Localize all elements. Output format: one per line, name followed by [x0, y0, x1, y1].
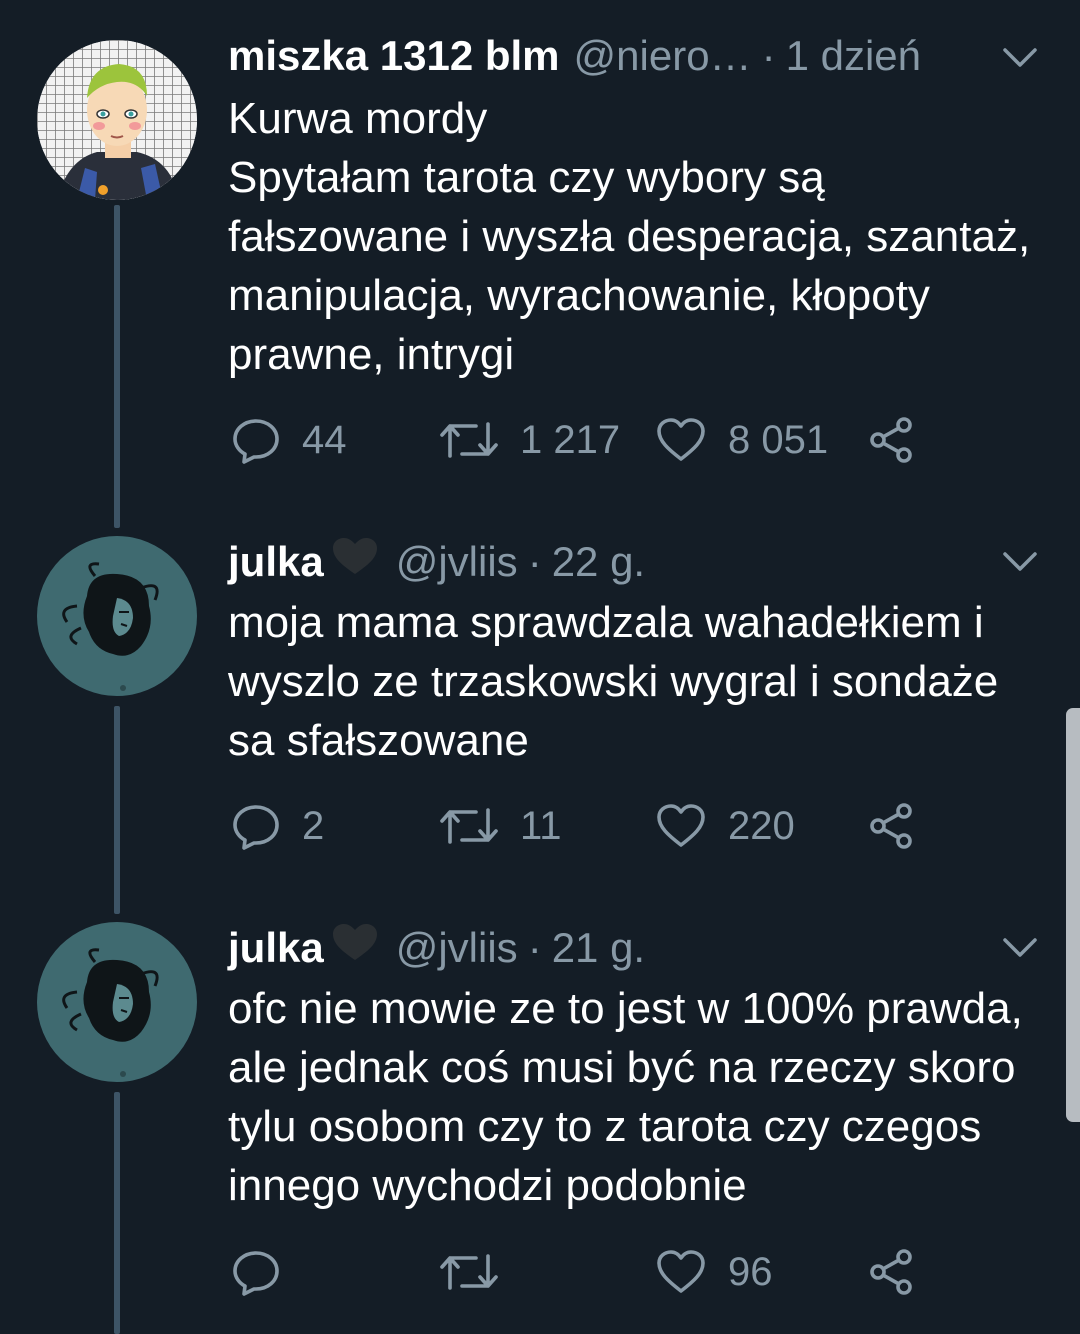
tweet-text: Kurwa mordy Spytałam tarota czy wybory s… [228, 94, 1031, 379]
retweet-count: 1 217 [520, 417, 621, 462]
thread-line [114, 1092, 120, 1334]
display-name[interactable]: julka [228, 538, 324, 586]
like-count: 8 051 [728, 417, 829, 462]
heart-icon [657, 804, 705, 847]
share-button[interactable] [868, 1244, 916, 1300]
heart-icon [657, 418, 705, 461]
black-heart-icon [332, 538, 377, 574]
tweet-header: julka @jvliis · 22 g. [228, 536, 1050, 596]
tweet-header: miszka 1312 blm @niero… · 1 dzień [228, 32, 1050, 92]
like-button[interactable]: 220 [656, 798, 795, 854]
like-button[interactable]: 8 051 [656, 412, 828, 468]
reply-count: 2 [302, 803, 325, 848]
reply-icon [233, 1251, 279, 1296]
share-button[interactable] [868, 798, 916, 854]
retweet-button[interactable]: 11 [440, 798, 562, 854]
user-handle[interactable]: @jvliis [396, 924, 518, 972]
timestamp[interactable]: 22 g. [552, 538, 645, 586]
avatar[interactable] [37, 536, 197, 696]
reply-button[interactable]: 2 [232, 798, 324, 854]
avatar[interactable] [37, 922, 197, 1082]
retweet-button[interactable]: 1 217 [440, 412, 620, 468]
like-button[interactable]: 96 [656, 1244, 773, 1300]
retweet-button[interactable] [440, 1244, 520, 1300]
reply-button[interactable]: 44 [232, 412, 347, 468]
chevron-down-icon[interactable] [1000, 546, 1040, 576]
share-icon [870, 417, 912, 463]
scrollbar[interactable] [1066, 708, 1080, 1122]
sketch-portrait-avatar-icon [62, 948, 159, 1077]
retweet-icon [440, 808, 498, 844]
tweet-text: ofc nie mowie ze to jest w 100% prawda, … [228, 984, 1023, 1210]
retweet-icon [440, 1254, 498, 1290]
like-count: 96 [728, 1249, 773, 1294]
tweet-actions: 2 11 220 [228, 798, 948, 854]
tweet-text: moja mama sprawdzala wahadełkiem i wyszl… [228, 598, 999, 765]
display-name[interactable]: miszka 1312 blm [228, 32, 560, 80]
cartoon-avatar-icon [37, 40, 197, 200]
separator-dot: · [761, 32, 776, 79]
tweet-header: julka @jvliis · 21 g. [228, 922, 1050, 982]
timestamp[interactable]: 21 g. [552, 924, 645, 972]
thread-line [114, 205, 120, 528]
reply-count: 44 [302, 417, 347, 462]
chevron-down-icon[interactable] [1000, 932, 1040, 962]
separator-dot: · [527, 538, 542, 585]
thread-line [114, 706, 120, 914]
reply-icon [233, 419, 279, 464]
chevron-down-icon[interactable] [1000, 42, 1040, 72]
share-icon [870, 803, 912, 849]
retweet-count: 11 [520, 803, 562, 848]
tweet-actions: 44 1 217 8 051 [228, 412, 948, 468]
black-heart-icon [332, 924, 377, 960]
sketch-portrait-avatar-icon [62, 562, 159, 691]
share-button[interactable] [868, 412, 916, 468]
tweet-actions: 96 [228, 1244, 948, 1300]
user-handle[interactable]: @jvliis [396, 538, 518, 586]
avatar[interactable] [37, 40, 197, 200]
share-icon [870, 1249, 912, 1295]
user-handle[interactable]: @niero… [574, 32, 752, 80]
timestamp[interactable]: 1 dzień [786, 32, 921, 80]
reply-button[interactable] [232, 1244, 302, 1300]
separator-dot: · [527, 924, 542, 971]
retweet-icon [440, 422, 498, 458]
like-count: 220 [728, 803, 795, 848]
reply-icon [233, 805, 279, 850]
heart-icon [657, 1250, 705, 1293]
display-name[interactable]: julka [228, 924, 324, 972]
